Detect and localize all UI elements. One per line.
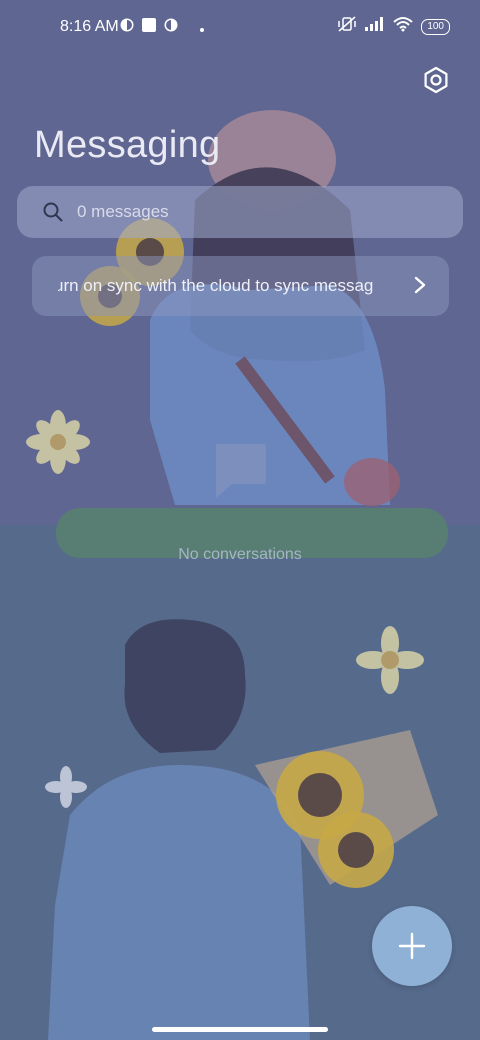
vibrate-off-icon	[337, 16, 357, 37]
sync-banner-text-wrap: urn on sync with the cloud to sync messa…	[58, 276, 396, 296]
message-bubble-icon	[216, 444, 266, 498]
notification-icons	[120, 18, 204, 37]
chevron-right-icon	[414, 276, 426, 294]
battery-indicator: 100	[421, 18, 450, 35]
app-notification-icon	[120, 18, 134, 37]
signal-icon	[365, 17, 385, 36]
search-icon	[43, 202, 63, 222]
new-message-button[interactable]	[372, 906, 452, 986]
empty-state-text: No conversations	[178, 546, 302, 563]
search-input[interactable]	[77, 201, 437, 223]
sync-banner[interactable]: urn on sync with the cloud to sync messa…	[32, 256, 449, 316]
home-indicator[interactable]	[152, 1027, 328, 1032]
plus-icon	[398, 932, 426, 960]
gear-icon	[424, 66, 448, 94]
app-notification-icon	[164, 18, 178, 37]
dot-icon	[200, 19, 204, 37]
square-notification-icon	[142, 18, 156, 37]
system-icons: 100	[337, 16, 450, 37]
page-title: Messaging	[34, 124, 221, 166]
status-bar: 8:16 AM 100	[0, 0, 480, 56]
wifi-icon	[393, 16, 413, 37]
settings-button[interactable]	[422, 66, 450, 94]
sync-banner-text: urn on sync with the cloud to sync messa…	[58, 276, 374, 295]
search-bar[interactable]	[17, 186, 463, 238]
status-time: 8:16 AM	[60, 18, 119, 35]
